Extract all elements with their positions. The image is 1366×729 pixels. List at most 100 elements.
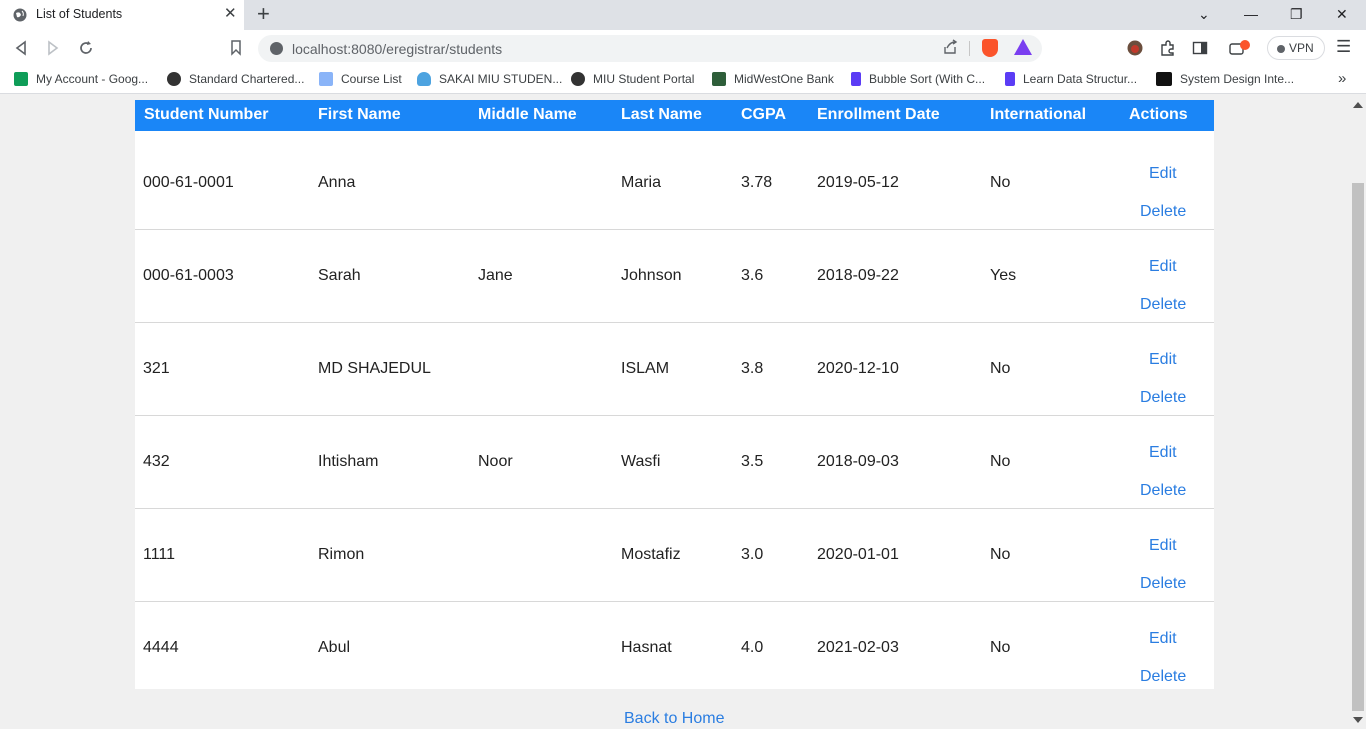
globe-icon (13, 8, 27, 22)
cell-first-name: Rimon (318, 546, 365, 563)
bookmark-label: System Design Inte... (1180, 72, 1295, 86)
cell-student-number: 321 (143, 360, 170, 377)
bookmark-label: MIU Student Portal (593, 72, 695, 86)
reload-icon[interactable] (78, 40, 94, 56)
table-header: Student Number First Name Middle Name La… (135, 100, 1214, 131)
cell-first-name: MD SHAJEDUL (318, 360, 431, 377)
cell-middle-name: Noor (478, 453, 513, 470)
minimize-icon[interactable]: — (1244, 5, 1258, 23)
address-bar[interactable]: localhost:8080/eregistrar/students (258, 35, 1042, 62)
cell-last-name: ISLAM (621, 360, 670, 377)
edit-link[interactable]: Edit (1149, 165, 1177, 183)
bookmark-bubble-sort[interactable]: Bubble Sort (With C... (851, 72, 985, 88)
edit-link[interactable]: Edit (1149, 258, 1177, 276)
cell-middle-name: Jane (478, 267, 513, 284)
brave-shields-icon[interactable] (982, 39, 998, 57)
extension-avatar-icon[interactable] (1127, 40, 1143, 56)
cell-last-name: Wasfi (621, 453, 661, 470)
sidebar-icon[interactable] (1192, 40, 1208, 56)
table-row: 000-61-0001 Anna Maria 3.78 2019-05-12 N… (135, 137, 1214, 230)
medium-icon (1156, 72, 1172, 86)
delete-link[interactable]: Delete (1140, 482, 1186, 500)
column-header-cgpa: CGPA (741, 106, 787, 123)
scroll-up-icon[interactable] (1353, 102, 1363, 108)
tab-close-icon[interactable]: ✕ (224, 6, 237, 22)
brave-rewards-icon[interactable] (1014, 39, 1032, 55)
bookmark-icon[interactable] (230, 40, 242, 56)
site-info-icon[interactable] (270, 42, 283, 55)
table-row: 4444 Abul Hasnat 4.0 2021-02-03 No Edit … (135, 602, 1214, 695)
window-close-icon[interactable]: ✕ (1336, 5, 1348, 23)
forward-icon[interactable] (46, 40, 60, 56)
back-to-home-link[interactable]: Back to Home (624, 710, 724, 728)
cell-cgpa: 3.8 (741, 360, 764, 377)
cell-enrollment-date: 2018-09-22 (817, 267, 899, 284)
bookmark-standard-chartered[interactable]: Standard Chartered... (167, 72, 304, 88)
column-header-last-name: Last Name (621, 106, 702, 123)
table-row: 321 MD SHAJEDUL ISLAM 3.8 2020-12-10 No … (135, 323, 1214, 416)
table-row: 432 Ihtisham Noor Wasfi 3.5 2018-09-03 N… (135, 416, 1214, 509)
restore-icon[interactable]: ❐ (1290, 5, 1303, 23)
column-header-actions: Actions (1129, 106, 1188, 123)
vpn-label: VPN (1289, 41, 1314, 55)
edit-link[interactable]: Edit (1149, 351, 1177, 369)
cell-student-number: 1111 (143, 546, 176, 563)
delete-link[interactable]: Delete (1140, 575, 1186, 593)
new-tab-button[interactable]: + (257, 3, 270, 25)
menu-icon[interactable]: ☰ (1336, 38, 1351, 56)
url-text[interactable]: localhost:8080/eregistrar/students (292, 41, 502, 57)
tab-search-icon[interactable]: ⌄ (1198, 5, 1210, 23)
google-sheets-icon (14, 72, 28, 86)
cell-enrollment-date: 2018-09-03 (817, 453, 899, 470)
address-bar-separator (969, 41, 970, 56)
share-icon[interactable] (942, 39, 958, 55)
vpn-button[interactable]: VPN (1267, 36, 1325, 60)
wallet-icon[interactable] (1229, 40, 1251, 56)
table-row: 000-61-0003 Sarah Jane Johnson 3.6 2018-… (135, 230, 1214, 323)
delete-link[interactable]: Delete (1140, 668, 1186, 686)
edit-link[interactable]: Edit (1149, 630, 1177, 648)
cell-last-name: Johnson (621, 267, 682, 284)
tab-title: List of Students (36, 7, 123, 21)
bookmark-midwestone[interactable]: MidWestOne Bank (712, 72, 834, 88)
cell-international: Yes (990, 267, 1017, 284)
delete-link[interactable]: Delete (1140, 389, 1186, 407)
cell-cgpa: 4.0 (741, 639, 764, 656)
column-header-student-number: Student Number (144, 106, 269, 123)
scrollbar-thumb[interactable] (1352, 183, 1364, 711)
bookmarks-bar: My Account - Goog... Standard Chartered.… (0, 66, 1366, 94)
cell-student-number: 432 (143, 453, 170, 470)
cell-cgpa: 3.0 (741, 546, 764, 563)
cell-last-name: Mostafiz (621, 546, 681, 563)
delete-link[interactable]: Delete (1140, 203, 1186, 221)
column-header-international: International (990, 106, 1087, 123)
bookmark-my-account[interactable]: My Account - Goog... (14, 72, 148, 88)
bank-icon (712, 72, 726, 86)
bookmark-label: SAKAI MIU STUDEN... (439, 72, 563, 86)
cell-student-number: 000-61-0001 (143, 174, 234, 191)
programiz-icon (851, 72, 861, 86)
cell-cgpa: 3.78 (741, 174, 773, 191)
cell-first-name: Sarah (318, 267, 361, 284)
extensions-puzzle-icon[interactable] (1160, 40, 1176, 56)
bookmark-course-list[interactable]: Course List (319, 72, 402, 88)
active-tab[interactable]: List of Students ✕ (0, 0, 244, 30)
more-bookmarks-icon[interactable]: » (1338, 70, 1346, 87)
delete-link[interactable]: Delete (1140, 296, 1186, 314)
vertical-scrollbar[interactable] (1350, 95, 1366, 729)
bookmark-label: Standard Chartered... (189, 72, 305, 86)
cell-enrollment-date: 2020-01-01 (817, 546, 899, 563)
bookmark-sakai[interactable]: SAKAI MIU STUDEN... (417, 72, 562, 88)
bookmark-learn-ds[interactable]: Learn Data Structur... (1005, 72, 1137, 88)
edit-link[interactable]: Edit (1149, 444, 1177, 462)
cell-last-name: Maria (621, 174, 662, 191)
bookmark-label: My Account - Goog... (36, 72, 149, 86)
bookmark-system-design[interactable]: System Design Inte... (1156, 72, 1294, 88)
cell-enrollment-date: 2019-05-12 (817, 174, 899, 191)
cell-enrollment-date: 2020-12-10 (817, 360, 899, 377)
back-icon[interactable] (14, 40, 28, 56)
edit-link[interactable]: Edit (1149, 537, 1177, 555)
bookmark-miu-portal[interactable]: MIU Student Portal (571, 72, 694, 88)
cell-last-name: Hasnat (621, 639, 672, 656)
scroll-down-icon[interactable] (1353, 717, 1363, 723)
